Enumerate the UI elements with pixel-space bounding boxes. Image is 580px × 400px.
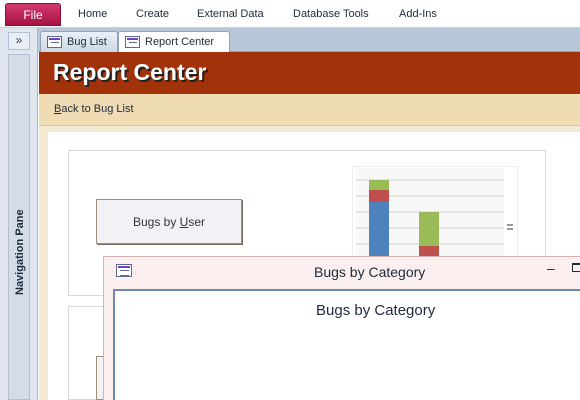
nav-pane-expand-button[interactable]: » bbox=[8, 32, 30, 50]
tab-create[interactable]: Create bbox=[136, 8, 169, 20]
tab-database-tools[interactable]: Database Tools bbox=[293, 8, 369, 20]
popup-titlebar[interactable]: Bugs by Category – bbox=[104, 257, 580, 287]
tab-report-center-label: Report Center bbox=[145, 36, 215, 48]
nav-pane-bar[interactable]: Navigation Pane bbox=[8, 54, 30, 400]
back-to-bug-list-link[interactable]: Back to Bug List bbox=[54, 103, 134, 115]
page-title: Report Center bbox=[53, 59, 207, 85]
file-tab[interactable]: File bbox=[5, 3, 61, 26]
chart-bar-1-green bbox=[369, 180, 389, 190]
back-link-text: ack to Bug List bbox=[61, 103, 134, 115]
bugs-by-user-text: Bugs by bbox=[132, 215, 180, 229]
bugs-by-user-text-rest: ser bbox=[188, 215, 206, 229]
bugs-by-user-button[interactable]: Bugs by User bbox=[96, 199, 242, 244]
form-icon bbox=[125, 36, 140, 48]
document-tabs: Bug List Report Center bbox=[38, 28, 580, 53]
access-window: File Home Create External Data Database … bbox=[0, 0, 580, 400]
maximize-button[interactable] bbox=[572, 263, 580, 272]
tab-report-center[interactable]: Report Center bbox=[118, 31, 230, 53]
minimize-button[interactable]: – bbox=[547, 260, 555, 276]
bugs-by-category-window: Bugs by Category – Bugs by Category bbox=[103, 256, 580, 400]
popup-window-title: Bugs by Category bbox=[314, 264, 426, 280]
tab-bug-list-label: Bug List bbox=[67, 36, 107, 48]
tab-external-data[interactable]: External Data bbox=[197, 8, 264, 20]
chart-bar-1-blue bbox=[369, 202, 389, 258]
form-icon bbox=[47, 36, 62, 48]
popup-report-body: Bugs by Category bbox=[113, 289, 580, 400]
chart-bar-2-green bbox=[419, 212, 439, 246]
report-icon bbox=[116, 264, 132, 277]
nav-pane-label: Navigation Pane bbox=[14, 209, 26, 295]
chart-bar-1-red bbox=[369, 190, 389, 202]
back-bar: Back to Bug List bbox=[39, 94, 580, 126]
ribbon-tabs: File Home Create External Data Database … bbox=[0, 0, 580, 28]
tab-bug-list[interactable]: Bug List bbox=[40, 31, 118, 52]
chart-legend-mark bbox=[507, 224, 513, 226]
tab-add-ins[interactable]: Add-Ins bbox=[399, 8, 437, 20]
form-header: Report Center bbox=[39, 52, 580, 94]
navigation-pane: » Navigation Pane bbox=[0, 28, 38, 400]
bugs-by-user-chart-thumbnail bbox=[352, 166, 518, 258]
tab-home[interactable]: Home bbox=[78, 8, 107, 20]
chart-legend-mark bbox=[507, 228, 513, 230]
report-title: Bugs by Category bbox=[316, 302, 436, 319]
